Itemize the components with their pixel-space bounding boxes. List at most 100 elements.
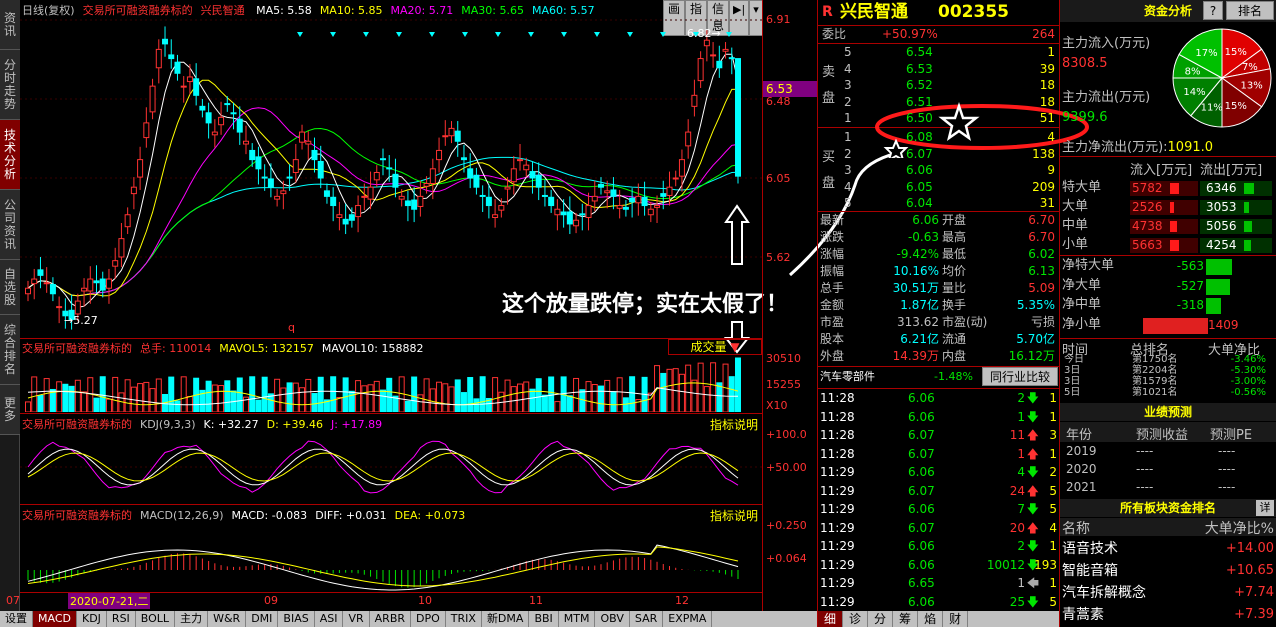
main-chart-header: 日线(复权) 交易所可融资融券标的 兴民智通 MA5: 5.58 MA10: 5.85… (22, 2, 611, 18)
buy-row-5[interactable]: 5 6.04 31 (818, 195, 1059, 211)
indicator-tab-7[interactable]: DMI (246, 611, 279, 627)
indicator-tab-5[interactable]: 主力 (175, 611, 209, 627)
candle (261, 164, 268, 191)
candle (691, 79, 698, 117)
quote-tab-1[interactable]: 诊 (843, 611, 869, 627)
candle (155, 39, 162, 84)
kdj-divider (20, 413, 762, 414)
candle (373, 165, 380, 188)
indicator-tab-bar: 设置 MACD KDJ RSI BOLL 主力 W&R DMI BIAS ASI VR ARBR DPO… (0, 611, 817, 627)
volume-bar (710, 362, 717, 412)
candle (654, 195, 661, 224)
sector-rank-detail-button[interactable]: 详 (1256, 500, 1274, 516)
date-tick-10: 10 (418, 594, 432, 607)
vol-unit: X10 (766, 399, 788, 412)
buy-row-3[interactable]: 3 6.06 9 (818, 162, 1059, 178)
indicator-tab-17[interactable]: OBV (595, 611, 630, 627)
rank-button[interactable]: 排名 (1226, 1, 1274, 20)
period-label[interactable]: 日线(复权) (22, 4, 75, 17)
quote-tab-3[interactable]: 筹 (893, 611, 919, 627)
candle (622, 200, 629, 217)
buy-row-2[interactable]: 2 6.07 138 (818, 146, 1059, 162)
date-tick-11: 11 (529, 594, 543, 607)
indicator-tab-12[interactable]: DPO (411, 611, 446, 627)
indicator-tab-14[interactable]: 新DMA (482, 611, 530, 627)
sector-row: 汽车零部件 -1.48% 同行业比较 (818, 367, 1059, 387)
buy-row-4[interactable]: 4 6.05 209 (818, 179, 1059, 195)
help-button[interactable]: ? (1203, 1, 1223, 20)
indicator-tab-2[interactable]: KDJ (77, 611, 107, 627)
current-price-tag: 6.53 (763, 81, 818, 97)
kline-chart-area[interactable]: 日线(复权) 交易所可融资融券标的 兴民智通 MA5: 5.58 MA10: 5.85… (6, 0, 891, 611)
buy-row-1[interactable]: 1 6.08 4 (818, 129, 1059, 145)
sell-row-4[interactable]: 4 6.53 39 (818, 61, 1059, 77)
sector-rank-row[interactable]: 青蒿素 +7.39 (1060, 604, 1276, 626)
candle (99, 271, 106, 298)
up-arrow-icon (724, 204, 750, 265)
indicator-tab-8[interactable]: BIAS (278, 611, 315, 627)
sell-row-1[interactable]: 1 6.50 51 (818, 110, 1059, 126)
indicator-tab-1[interactable]: MACD (33, 611, 77, 627)
inflow-value: 8308.5 (1062, 56, 1108, 71)
tick-down-arrow-icon: 🡇 (1026, 539, 1039, 553)
stock-name: 兴民智通 (840, 2, 908, 22)
indicator-tab-11[interactable]: ARBR (370, 611, 412, 627)
quote-tab-4[interactable]: 焰 (918, 611, 944, 627)
indicator-tab-15[interactable]: BBI (529, 611, 559, 627)
indicator-tab-19[interactable]: EXPMA (663, 611, 713, 627)
indicator-tab-3[interactable]: RSI (107, 611, 136, 627)
industry-compare-button[interactable]: 同行业比较 (982, 367, 1058, 386)
left-tab-4[interactable]: 自选股 (0, 260, 20, 315)
candle (392, 158, 399, 198)
indicator-tab-18[interactable]: SAR (630, 611, 664, 627)
left-tab-6[interactable]: 更多 (0, 385, 20, 435)
stat-row: 涨幅 -9.42% 最低 6.02 (820, 247, 1055, 261)
volume-title: 交易所可融资融券标的 (22, 342, 132, 355)
indicator-tab-16[interactable]: MTM (559, 611, 596, 627)
left-tab-1[interactable]: 分时走势 (0, 50, 20, 120)
q-marker: q (288, 321, 295, 334)
rank-row: 5日 第1021名 -0.56% (1064, 387, 1266, 398)
sector-change: -1.48% (934, 370, 973, 383)
volume-bar (299, 387, 306, 412)
net-bar (1206, 278, 1230, 295)
left-tab-0[interactable]: 资讯 (0, 0, 20, 50)
tick-down-arrow-icon: 🡇 (1026, 594, 1039, 609)
sector-rank-row[interactable]: 汽车拆解概念 +7.74 (1060, 582, 1276, 604)
volume-bar (604, 379, 611, 412)
net-bar (1206, 259, 1232, 275)
volume-chart (25, 357, 741, 412)
indicator-tab-6[interactable]: W&R (208, 611, 247, 627)
sector-rank-row[interactable]: 智能音箱 +10.65 (1060, 560, 1276, 582)
candle (25, 280, 31, 302)
indicator-tab-13[interactable]: TRIX (446, 611, 482, 627)
indicator-tab-9[interactable]: ASI (315, 611, 344, 627)
indicator-tab-10[interactable]: VR (343, 611, 370, 627)
quote-tab-0[interactable]: 细 (818, 611, 844, 627)
sell-row-3[interactable]: 3 6.52 18 (818, 77, 1059, 93)
candle (199, 99, 206, 118)
sector-rank-row[interactable]: 语音技术 +14.00 (1060, 538, 1276, 560)
left-tab-2[interactable]: 技术分析 (0, 120, 20, 190)
sell-row-2[interactable]: 2 6.51 18 (818, 94, 1059, 110)
left-tab-3[interactable]: 公司资讯 (0, 190, 20, 260)
macd-divider (20, 504, 762, 505)
volume-bar (93, 397, 100, 412)
indicator-tab-0[interactable]: 设置 (0, 611, 33, 627)
pie-label: 11% (1201, 103, 1223, 114)
stock-title-row: R 兴民智通 002355 (818, 2, 1059, 24)
quote-tab-5[interactable]: 财 (943, 611, 969, 627)
candle (554, 199, 561, 231)
sell-row-5[interactable]: 5 6.54 1 (818, 44, 1059, 60)
tick-up-arrow-icon: 🡅 (1026, 520, 1039, 535)
price-tick-3: 6.05 (766, 172, 791, 185)
candle (168, 39, 175, 69)
candle (678, 149, 685, 192)
candle (523, 157, 530, 178)
tick-row: 11:29 6.07 20 🡅 4 (820, 520, 1057, 535)
volume-select[interactable]: 成交量 ▼ (668, 339, 762, 355)
quote-tab-2[interactable]: 分 (868, 611, 894, 627)
left-tab-5[interactable]: 综合排名 (0, 315, 20, 385)
indicator-tab-4[interactable]: BOLL (136, 611, 176, 627)
volume-bar (255, 399, 262, 412)
